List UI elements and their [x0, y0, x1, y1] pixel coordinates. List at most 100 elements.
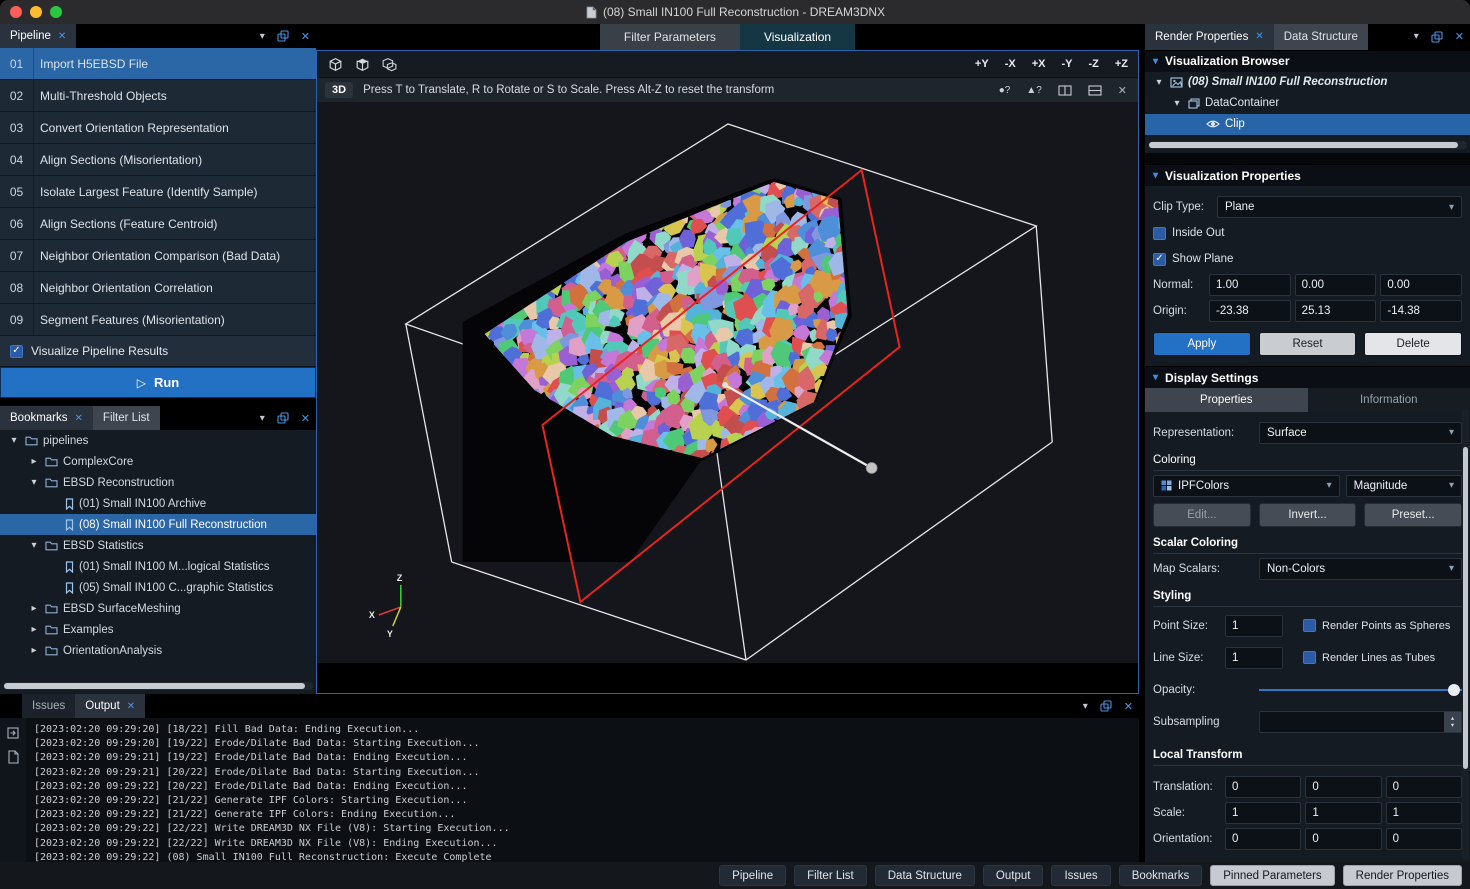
bookmark-item-01-small-in100-m-logical-statistics[interactable]: (01) Small IN100 M...logical Statistics: [0, 556, 316, 577]
pipeline-step-03[interactable]: 03Convert Orientation Representation: [0, 112, 316, 144]
bookmark-folder-orientationanalysis[interactable]: ▸OrientationAnalysis: [0, 640, 316, 661]
tab-render-properties[interactable]: Render Properties ✕: [1145, 24, 1274, 50]
bookmark-item-08-small-in100-full-reconstruction[interactable]: (08) Small IN100 Full Reconstruction: [0, 514, 316, 535]
bookmarks-horizontal-scrollbar[interactable]: [3, 682, 313, 690]
split-vertical-icon[interactable]: [1055, 85, 1075, 96]
visualization-properties-header[interactable]: ▾ Visualization Properties: [1145, 164, 1470, 186]
panel-menu-icon[interactable]: ▾: [254, 406, 271, 430]
normal-z-input[interactable]: [1380, 274, 1462, 296]
normal-y-input[interactable]: [1295, 274, 1377, 296]
camera-x-button[interactable]: +X: [1032, 58, 1046, 70]
pipeline-step-05[interactable]: 05Isolate Largest Feature (Identify Samp…: [0, 176, 316, 208]
subsampling-spinbox[interactable]: ▴▾: [1259, 711, 1462, 733]
clip-type-select[interactable]: Plane ▾: [1217, 196, 1462, 218]
edit-colors-button[interactable]: Edit...: [1153, 503, 1251, 527]
float-panel-icon[interactable]: [1094, 694, 1118, 718]
show-plane-checkbox[interactable]: ✓: [1153, 253, 1166, 266]
map-scalars-select[interactable]: Non-Colors ▾: [1259, 558, 1462, 580]
tab-pipeline[interactable]: Pipeline ✕: [0, 24, 76, 48]
scrollbar-thumb[interactable]: [1463, 447, 1468, 769]
scale-x-input[interactable]: [1225, 802, 1301, 824]
viewport-3d[interactable]: Z X Y: [317, 102, 1138, 663]
origin-x-input[interactable]: [1209, 300, 1291, 322]
pipeline-step-09[interactable]: 09Segment Features (Misorientation): [0, 304, 316, 336]
save-output-icon[interactable]: [7, 750, 19, 764]
pipeline-step-06[interactable]: 06Align Sections (Feature Centroid): [0, 208, 316, 240]
representation-select[interactable]: Surface ▾: [1259, 422, 1462, 444]
visualization-browser-header[interactable]: ▾ Visualization Browser: [1145, 50, 1470, 72]
tab-visualization[interactable]: Visualization: [740, 24, 855, 50]
invert-colors-button[interactable]: Invert...: [1259, 503, 1357, 527]
tab-issues[interactable]: Issues: [22, 694, 75, 718]
camera-z-button[interactable]: +Z: [1115, 58, 1128, 70]
scrollbar-thumb[interactable]: [4, 683, 305, 689]
output-log[interactable]: [2023:02:20 09:29:20] [18/22] Fill Bad D…: [26, 718, 1139, 862]
chevron-right-icon[interactable]: ▸: [28, 624, 40, 635]
visualize-results-checkbox[interactable]: ✓: [10, 345, 23, 358]
chevron-down-icon[interactable]: ▾: [1171, 98, 1183, 109]
dock-button-bookmarks[interactable]: Bookmarks: [1119, 865, 1203, 886]
dock-button-pinned-parameters[interactable]: Pinned Parameters: [1210, 865, 1334, 886]
render-panel-scrollbar[interactable]: [1462, 409, 1469, 860]
pipeline-step-04[interactable]: 04Align Sections (Misorientation): [0, 144, 316, 176]
tab-filter-parameters[interactable]: Filter Parameters: [600, 24, 740, 50]
bookmark-folder-pipelines[interactable]: ▾pipelines: [0, 430, 316, 451]
orientation-x-input[interactable]: [1225, 828, 1301, 850]
display-settings-header[interactable]: ▾ Display Settings: [1145, 366, 1470, 388]
chevron-down-icon[interactable]: ▾: [8, 435, 20, 446]
line-size-input[interactable]: [1225, 647, 1283, 669]
close-panel-icon[interactable]: ✕: [295, 24, 316, 48]
view-mode-badge[interactable]: 3D: [325, 82, 353, 98]
bookmark-folder-ebsd-statistics[interactable]: ▾EBSD Statistics: [0, 535, 316, 556]
translation-x-input[interactable]: [1225, 776, 1301, 798]
dock-button-output[interactable]: Output: [983, 865, 1044, 886]
close-panel-icon[interactable]: ✕: [1118, 694, 1139, 718]
pipeline-step-01[interactable]: 01Import H5EBSD File: [0, 48, 316, 80]
orientation-z-input[interactable]: [1386, 828, 1462, 850]
browser-horizontal-scrollbar[interactable]: [1148, 141, 1467, 149]
scale-z-input[interactable]: [1386, 802, 1462, 824]
float-panel-icon[interactable]: [271, 406, 295, 430]
bookmark-folder-ebsd-surfacemeshing[interactable]: ▸EBSD SurfaceMeshing: [0, 598, 316, 619]
close-panel-icon[interactable]: ✕: [1449, 24, 1470, 50]
pipeline-step-07[interactable]: 07Neighbor Orientation Comparison (Bad D…: [0, 240, 316, 272]
spin-down-icon[interactable]: ▾: [1451, 722, 1454, 729]
tab-bookmarks[interactable]: Bookmarks ✕: [0, 406, 93, 430]
scrollbar-thumb[interactable]: [1149, 142, 1458, 148]
camera-projection-icon[interactable]: [381, 56, 398, 73]
orientation-y-input[interactable]: [1305, 828, 1381, 850]
bookmark-folder-complexcore[interactable]: ▸ComplexCore: [0, 451, 316, 472]
render-points-as-spheres-checkbox[interactable]: ✓: [1303, 619, 1316, 632]
close-tab-icon[interactable]: ✕: [1255, 31, 1263, 42]
chevron-down-icon[interactable]: ▾: [28, 477, 40, 488]
translation-y-input[interactable]: [1305, 776, 1381, 798]
preset-colors-button[interactable]: Preset...: [1364, 503, 1462, 527]
tab-data-structure[interactable]: Data Structure: [1274, 24, 1368, 50]
point-info-icon[interactable]: ●?: [996, 85, 1014, 96]
component-select[interactable]: Magnitude ▾: [1346, 475, 1462, 497]
camera-reset-icon[interactable]: [327, 56, 344, 73]
chevron-right-icon[interactable]: ▸: [28, 603, 40, 614]
float-panel-icon[interactable]: [1425, 24, 1449, 50]
browser-item-datacontainer[interactable]: ▾DataContainer: [1145, 93, 1470, 114]
pipeline-step-02[interactable]: 02Multi-Threshold Objects: [0, 80, 316, 112]
browser-item-08-small-in100-full-reconstruction[interactable]: ▾(08) Small IN100 Full Reconstruction: [1145, 72, 1470, 93]
pipeline-step-08[interactable]: 08Neighbor Orientation Correlation: [0, 272, 316, 304]
translation-z-input[interactable]: [1386, 776, 1462, 798]
split-horizontal-icon[interactable]: [1085, 85, 1105, 96]
close-tab-icon[interactable]: ✕: [58, 31, 66, 42]
origin-z-input[interactable]: [1380, 300, 1462, 322]
chevron-down-icon[interactable]: ▾: [1153, 77, 1165, 88]
apply-button[interactable]: Apply: [1153, 332, 1251, 356]
panel-menu-icon[interactable]: ▾: [1077, 694, 1094, 718]
dock-button-render-properties[interactable]: Render Properties: [1343, 865, 1462, 886]
chevron-right-icon[interactable]: ▸: [28, 645, 40, 656]
delete-button[interactable]: Delete: [1364, 332, 1462, 356]
dock-button-filter-list[interactable]: Filter List: [794, 865, 867, 886]
scroll-output-icon[interactable]: [6, 726, 20, 740]
minimize-window-button[interactable]: [30, 6, 42, 18]
browser-item-clip[interactable]: Clip: [1145, 114, 1470, 135]
bookmark-item-05-small-in100-c-graphic-statistics[interactable]: (05) Small IN100 C...graphic Statistics: [0, 577, 316, 598]
chevron-down-icon[interactable]: ▾: [28, 540, 40, 551]
camera-z-button[interactable]: -Z: [1088, 58, 1098, 70]
